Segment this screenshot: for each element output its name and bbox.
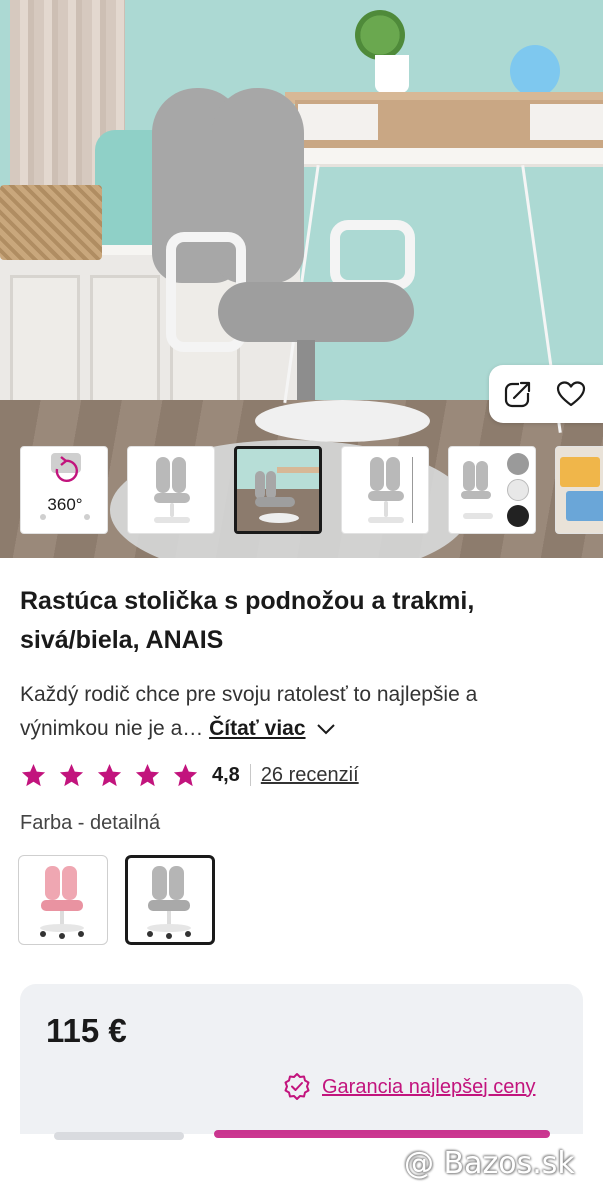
heart-icon xyxy=(556,381,586,407)
best-price-guarantee-link[interactable]: Garancia najlepšej ceny xyxy=(282,1072,535,1102)
description-line: Každý rodič chce pre svoju ratolesť to n… xyxy=(20,683,478,706)
chair-post xyxy=(297,340,315,400)
gray-chair-thumbnail xyxy=(147,866,191,939)
desk-drawer xyxy=(298,104,378,140)
share-button[interactable] xyxy=(499,375,537,413)
thumbnail-image[interactable] xyxy=(555,446,603,534)
thumbnail-360[interactable]: 360° xyxy=(20,446,108,534)
chevron-down-icon[interactable] xyxy=(315,721,337,737)
chair-seat xyxy=(218,282,414,342)
cabinet-door xyxy=(10,275,80,405)
price: 115 € xyxy=(46,1012,127,1049)
chair-footrest xyxy=(255,400,430,442)
reviews-link[interactable]: 26 recenzií xyxy=(261,764,359,787)
desk-board xyxy=(285,148,603,167)
description-text: výnimkou nie je a… xyxy=(20,717,204,740)
rotate-360-icon xyxy=(40,453,90,520)
product-title-line: sivá/biela, ANAIS xyxy=(20,626,224,654)
star-icon xyxy=(173,763,198,786)
thumbnail-image[interactable] xyxy=(448,446,536,534)
description-line: výnimkou nie je a… Čítať viac xyxy=(20,712,580,746)
product-description: Každý rodič chce pre svoju ratolesť to n… xyxy=(20,678,580,746)
badge-check-icon xyxy=(284,1073,310,1100)
read-more-link[interactable]: Čítať viac xyxy=(209,717,305,740)
desk-drawer xyxy=(530,104,603,140)
watermark: @ Bazos.sk xyxy=(404,1146,575,1181)
thumbnail-image[interactable] xyxy=(341,446,429,534)
chair-arm-right xyxy=(330,220,415,290)
color-variant-label: Farba - detailná xyxy=(20,812,161,834)
rating-row: 4,8 26 recenzií xyxy=(20,757,359,793)
guarantee-text: Garancia najlepšej ceny xyxy=(322,1075,536,1098)
secondary-button-edge[interactable] xyxy=(54,1132,184,1140)
thumbnail-360-label: 360° xyxy=(47,495,83,514)
product-title-line: Rastúca stolička s podnožou a trakmi, xyxy=(20,587,475,615)
basket xyxy=(0,185,102,260)
thumbnail-image-selected[interactable] xyxy=(234,446,322,534)
cabinet-door xyxy=(90,275,160,405)
thumbnail-image[interactable] xyxy=(127,446,215,534)
plant-pot xyxy=(375,55,409,93)
star-icon xyxy=(59,763,84,786)
rating-score: 4,8 xyxy=(212,763,240,786)
image-actions xyxy=(489,365,603,423)
color-swatch-pink[interactable] xyxy=(18,855,108,945)
bunny-clock xyxy=(510,45,560,97)
divider xyxy=(249,764,251,786)
star-icon xyxy=(135,763,160,786)
color-swatch-gray[interactable] xyxy=(125,855,215,945)
product-title: Rastúca stolička s podnožou a trakmi, si… xyxy=(20,582,580,660)
favorite-button[interactable] xyxy=(552,375,590,413)
pink-chair-thumbnail xyxy=(40,866,84,939)
primary-button-edge[interactable] xyxy=(214,1130,550,1138)
share-icon xyxy=(504,380,532,408)
star-icon xyxy=(97,763,122,786)
star-icon xyxy=(21,763,46,786)
plant xyxy=(355,10,405,60)
product-main-image[interactable]: 360° xyxy=(0,0,603,558)
